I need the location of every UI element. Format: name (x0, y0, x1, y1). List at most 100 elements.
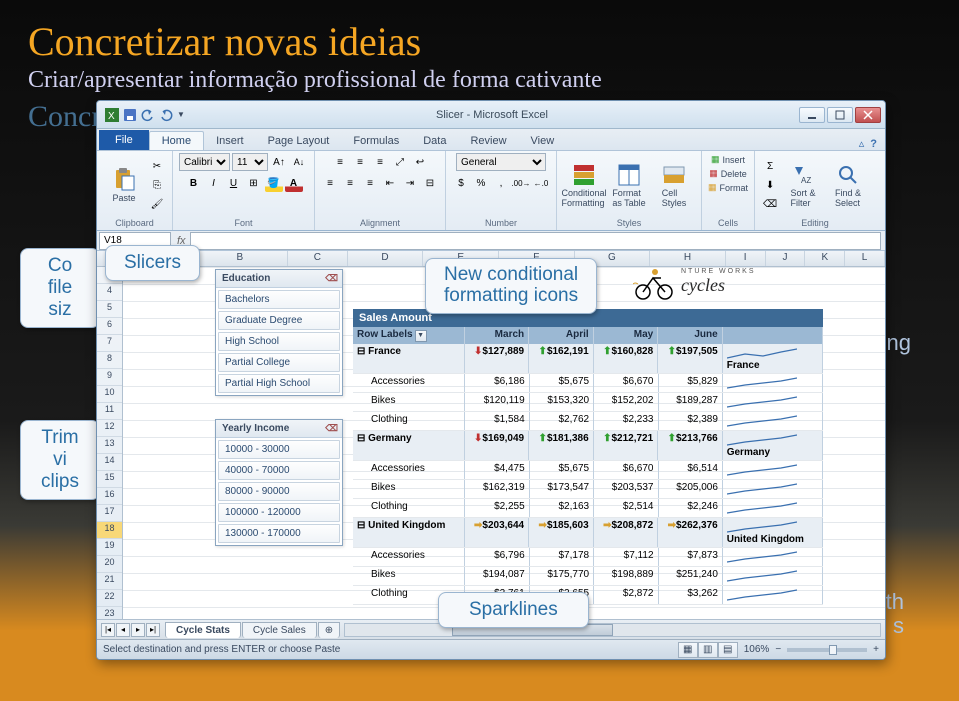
align-left-icon[interactable]: ≡ (321, 174, 339, 192)
tab-home[interactable]: Home (149, 131, 204, 150)
qat-dropdown-icon[interactable]: ▼ (177, 110, 185, 119)
currency-icon[interactable]: $ (452, 174, 470, 192)
slicer-clear-icon[interactable]: ⌫ (325, 423, 338, 434)
decrease-font-icon[interactable]: A↓ (290, 153, 308, 171)
pivot-data-row[interactable]: Bikes$120,119$153,320$152,202$189,287 (353, 393, 823, 412)
row-header[interactable]: 17 (97, 505, 122, 522)
conditional-formatting-button[interactable]: Conditional Formatting (563, 163, 605, 208)
pivot-data-row[interactable]: Bikes$162,319$173,547$203,537$205,006 (353, 480, 823, 499)
tab-file[interactable]: File (99, 130, 149, 150)
help-icon[interactable]: ? (870, 138, 877, 150)
pivot-data-row[interactable]: Accessories$4,475$5,675$6,670$6,514 (353, 461, 823, 480)
fill-color-icon[interactable]: 🪣 (265, 174, 283, 192)
row-header[interactable]: 11 (97, 403, 122, 420)
row-header[interactable]: 23 (97, 607, 122, 619)
row-header[interactable]: 12 (97, 420, 122, 437)
column-header[interactable]: I (726, 251, 766, 266)
tab-data[interactable]: Data (411, 132, 458, 150)
row-header[interactable]: 6 (97, 318, 122, 335)
tab-review[interactable]: Review (458, 132, 518, 150)
undo-icon[interactable] (141, 108, 155, 122)
slicer-item[interactable]: Bachelors (218, 290, 340, 309)
pivot-data-row[interactable]: Accessories$6,186$5,675$6,670$5,829 (353, 374, 823, 393)
redo-icon[interactable] (159, 108, 173, 122)
column-header[interactable]: C (288, 251, 348, 266)
maximize-button[interactable] (827, 107, 853, 123)
row-header[interactable]: 21 (97, 573, 122, 590)
format-painter-icon[interactable]: 🖌 (148, 195, 166, 213)
pivot-group-row[interactable]: ⊟ Germany⬇$169,049⬆$181,386⬆$212,721⬆$21… (353, 431, 823, 461)
slicer-item[interactable]: 10000 - 30000 (218, 440, 340, 459)
row-header[interactable]: 19 (97, 539, 122, 556)
merge-icon[interactable]: ⊟ (421, 174, 439, 192)
last-sheet-icon[interactable]: ▸| (146, 623, 160, 637)
row-header[interactable]: 10 (97, 386, 122, 403)
next-sheet-icon[interactable]: ▸ (131, 623, 145, 637)
page-break-view-icon[interactable]: ▤ (718, 642, 738, 658)
decrease-decimal-icon[interactable]: ←.0 (532, 174, 550, 192)
insert-cells-button[interactable]: ▦Insert (711, 153, 745, 166)
cut-icon[interactable]: ✂ (148, 157, 166, 175)
sheet-tab-active[interactable]: Cycle Stats (165, 622, 241, 638)
formula-bar[interactable] (190, 232, 881, 250)
underline-icon[interactable]: U (225, 174, 243, 192)
increase-font-icon[interactable]: A↑ (270, 153, 288, 171)
row-header[interactable]: 7 (97, 335, 122, 352)
zoom-in-icon[interactable]: + (873, 644, 879, 655)
row-header[interactable]: 13 (97, 437, 122, 454)
zoom-slider[interactable] (787, 648, 867, 652)
comma-icon[interactable]: , (492, 174, 510, 192)
column-header[interactable]: D (348, 251, 424, 266)
row-header[interactable]: 22 (97, 590, 122, 607)
number-format-select[interactable]: General (456, 153, 546, 171)
pivot-data-row[interactable]: Clothing$1,584$2,762$2,233$2,389 (353, 412, 823, 431)
row-header[interactable]: 16 (97, 488, 122, 505)
slicer-item[interactable]: 40000 - 70000 (218, 461, 340, 480)
pivot-group-row[interactable]: ⊟ France⬇$127,889⬆$162,191⬆$160,828⬆$197… (353, 344, 823, 374)
row-header[interactable]: 8 (97, 352, 122, 369)
save-icon[interactable] (123, 108, 137, 122)
filter-dropdown-icon[interactable]: ▼ (415, 330, 427, 342)
sort-filter-button[interactable]: AZ Sort & Filter (782, 163, 824, 208)
tab-formulas[interactable]: Formulas (341, 132, 411, 150)
tab-view[interactable]: View (519, 132, 567, 150)
wrap-text-icon[interactable]: ↩ (411, 153, 429, 171)
zoom-level[interactable]: 106% (744, 644, 770, 655)
font-color-icon[interactable]: A (285, 174, 303, 192)
pivot-data-row[interactable]: Accessories$6,796$7,178$7,112$7,873 (353, 548, 823, 567)
row-header[interactable]: 5 (97, 301, 122, 318)
paste-button[interactable]: Paste (103, 168, 145, 203)
orientation-icon[interactable]: ⤢ (391, 153, 409, 171)
slicer-yearly-income[interactable]: Yearly Income⌫ 10000 - 3000040000 - 7000… (215, 419, 343, 546)
delete-cells-button[interactable]: ▦Delete (709, 167, 747, 180)
tab-page-layout[interactable]: Page Layout (256, 132, 342, 150)
minimize-button[interactable] (799, 107, 825, 123)
column-header[interactable]: J (766, 251, 806, 266)
font-size-select[interactable]: 11 (232, 153, 268, 171)
align-top-icon[interactable]: ≡ (331, 153, 349, 171)
cell-styles-button[interactable]: Cell Styles (653, 163, 695, 208)
align-right-icon[interactable]: ≡ (361, 174, 379, 192)
find-select-button[interactable]: Find & Select (827, 163, 869, 208)
minimize-ribbon-icon[interactable]: ▵ (859, 137, 865, 150)
row-header[interactable]: 20 (97, 556, 122, 573)
slicer-item[interactable]: 100000 - 120000 (218, 503, 340, 522)
slicer-item[interactable]: High School (218, 332, 340, 351)
copy-icon[interactable]: ⎘ (148, 176, 166, 194)
pivot-table[interactable]: Sales Amount Row Labels▼ March April May… (353, 269, 823, 605)
row-header[interactable]: 9 (97, 369, 122, 386)
row-header[interactable]: 4 (97, 284, 122, 301)
row-header[interactable]: 18 (97, 522, 122, 539)
page-layout-view-icon[interactable]: ▥ (698, 642, 718, 658)
sheet-tab[interactable]: Cycle Sales (242, 622, 317, 638)
percent-icon[interactable]: % (472, 174, 490, 192)
horizontal-scrollbar[interactable] (344, 623, 881, 637)
format-as-table-button[interactable]: Format as Table (608, 163, 650, 208)
border-icon[interactable]: ⊞ (245, 174, 263, 192)
first-sheet-icon[interactable]: |◂ (101, 623, 115, 637)
column-header[interactable]: H (650, 251, 726, 266)
font-name-select[interactable]: Calibri (179, 153, 230, 171)
row-header[interactable]: 15 (97, 471, 122, 488)
pivot-data-row[interactable]: Clothing$2,255$2,163$2,514$2,246 (353, 499, 823, 518)
column-header[interactable]: B (193, 251, 289, 266)
